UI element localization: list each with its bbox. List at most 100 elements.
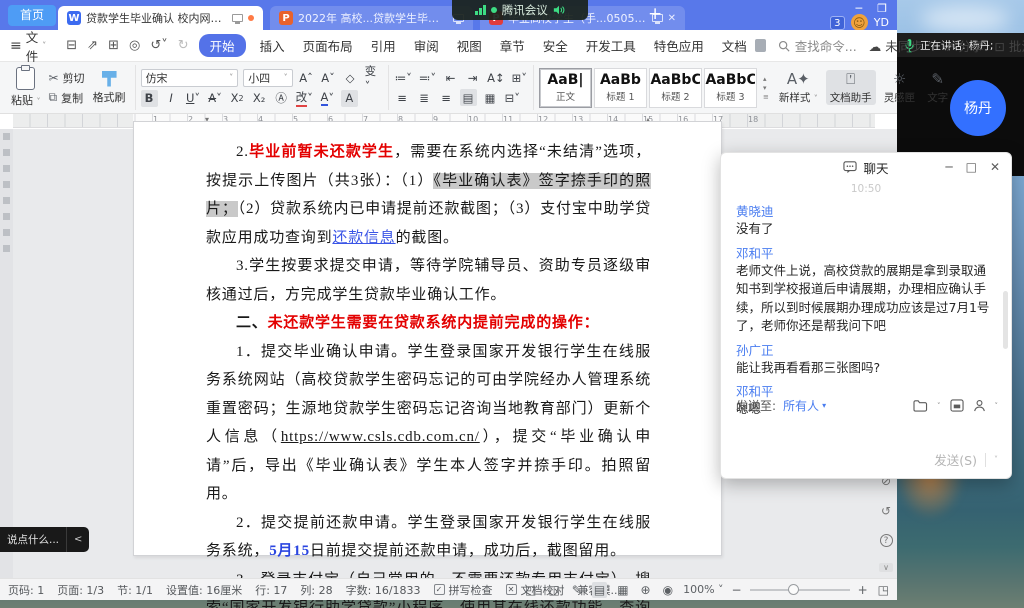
tencent-meeting-badge[interactable]: 腾讯会议 (452, 0, 588, 20)
menu-item-视图[interactable]: 视图 (453, 34, 486, 57)
font-size-select[interactable]: 小四˅ (243, 69, 292, 87)
text-tools-button[interactable]: ✎ 文字 (923, 70, 952, 105)
file-menu[interactable]: ≡ 文件 ˅ (0, 27, 54, 65)
gallery-more-icon[interactable]: ≡ (763, 93, 769, 101)
menu-item-文档[interactable]: 文档 (718, 34, 751, 57)
fullscreen-icon[interactable]: ◰ (523, 582, 538, 598)
document-page[interactable]: 2.毕业前暂未还款学生，需要在系统内选择“未结清”选项，按提示上传图片（共3张）… (133, 121, 722, 556)
highlight-color-button[interactable]: 改˅ (295, 90, 314, 107)
zoom-slider-thumb[interactable] (788, 584, 799, 595)
zoom-slider[interactable] (750, 589, 850, 591)
close-button[interactable]: ✕ (990, 160, 1000, 174)
menu-item-安全[interactable]: 安全 (539, 34, 572, 57)
style-preset[interactable]: AaB|正文 (539, 68, 592, 108)
chat-scrollbar[interactable] (1003, 291, 1008, 349)
scroll-up-icon[interactable]: ▴ (763, 75, 769, 83)
new-tab-button[interactable]: + (648, 4, 662, 24)
text-effects-button[interactable]: Ⓐ (273, 90, 290, 107)
send-to-select[interactable]: 所有人 (783, 397, 819, 414)
help-icon[interactable]: ? (880, 534, 893, 547)
font-color-button[interactable]: A˅ (319, 90, 336, 107)
spell-check-button[interactable]: ✓ 拼写检查 (434, 582, 493, 598)
print-icon[interactable]: ⊞ (108, 38, 119, 53)
page-view-icon[interactable]: ▤ (592, 582, 607, 598)
person-icon[interactable] (973, 399, 986, 412)
maximize-button[interactable]: □ (966, 160, 977, 174)
write-mode-icon[interactable]: ✎ (570, 582, 584, 598)
send-button[interactable]: 发送(S) ˅ (934, 450, 998, 469)
scroll-down-icon[interactable]: ▾ (763, 84, 769, 92)
copy-button[interactable]: ⧉复制 (49, 90, 85, 106)
shading-button[interactable]: ⊟˅ (504, 89, 521, 106)
scroll-down-arrow[interactable]: ∨ (879, 563, 893, 572)
shrink-font-button[interactable]: Aˇ (320, 69, 337, 86)
chevron-down-icon[interactable]: ˅ (937, 402, 941, 410)
chevron-down-icon[interactable]: ˅ (995, 402, 999, 410)
screenshot-icon[interactable] (950, 399, 964, 412)
decrease-indent-button[interactable]: ⇤ (442, 69, 459, 86)
find-command[interactable]: 查找命令... (778, 36, 857, 55)
font-family-select[interactable]: 仿宋˅ (141, 69, 239, 87)
distribute-button[interactable]: ▦ (482, 89, 499, 106)
clear-format-button[interactable]: ◇ (342, 69, 359, 86)
style-preset[interactable]: AaBbC标题 2 (649, 68, 702, 108)
share-button[interactable]: ⇗ 分享 (944, 36, 983, 55)
notification-badge[interactable]: 3 (830, 16, 845, 30)
zoom-level[interactable]: 100% ˅ (683, 583, 723, 596)
comment-button[interactable]: ⊡ 批注 ˅ (994, 36, 1024, 55)
cut-button[interactable]: ✂剪切 (49, 70, 85, 86)
menu-item-页面布局[interactable]: 页面布局 (299, 34, 357, 57)
sync-status-button[interactable]: ☁ 未同步 ˅ (869, 36, 933, 55)
grow-font-button[interactable]: Aˆ (298, 69, 315, 86)
folder-icon[interactable] (913, 399, 928, 412)
web-view-icon[interactable]: ⊕ (639, 582, 653, 598)
collapse-arrow[interactable]: < (67, 534, 89, 545)
borders-button[interactable]: ⊞˅ (511, 69, 528, 86)
meeting-caption-bubble[interactable]: 说点什么... < (0, 527, 89, 552)
bullet-list-button[interactable]: ≔˅ (394, 69, 413, 86)
document-tab[interactable]: W贷款学生毕业确认 校内网通知 (58, 6, 263, 30)
line-spacing-button[interactable]: A↕ (486, 69, 506, 86)
new-style-button[interactable]: A✦ 新样式 ˅ (775, 70, 822, 105)
menu-item-引用[interactable]: 引用 (367, 34, 400, 57)
close-tab-icon[interactable]: ✕ (668, 13, 676, 24)
export-icon[interactable]: ⇗ (87, 38, 98, 53)
user-avatar[interactable]: ☺ (851, 14, 868, 31)
bold-button[interactable]: B (141, 90, 158, 107)
fit-page-icon[interactable]: ◳ (876, 582, 891, 598)
superscript-button[interactable]: X2 (229, 90, 246, 107)
menu-item-章节[interactable]: 章节 (496, 34, 529, 57)
document-text[interactable]: 2.毕业前暂未还款学生，需要在系统内选择“未结清”选项，按提示上传图片（共3张）… (206, 138, 651, 608)
increase-indent-button[interactable]: ⇥ (464, 69, 481, 86)
read-mode-icon[interactable]: ◫ (546, 582, 561, 598)
numbered-list-button[interactable]: ≕˅ (418, 69, 437, 86)
doc-assistant-button[interactable]: ⍞ 文档助手 (826, 70, 876, 105)
menu-item-插入[interactable]: 插入 (256, 34, 289, 57)
redo-icon[interactable]: ↻ (178, 38, 189, 53)
style-gallery-scroll[interactable]: ▴ ▾ ≡ (761, 75, 771, 101)
justify-button[interactable]: ▤ (460, 89, 477, 106)
print-preview-icon[interactable]: ◎ (129, 38, 140, 53)
subscript-button[interactable]: X₂ (251, 90, 268, 107)
menu-item-审阅[interactable]: 审阅 (410, 34, 443, 57)
align-center-button[interactable]: ≣ (416, 89, 433, 106)
underline-button[interactable]: U˅ (185, 90, 202, 107)
character-shading-button[interactable]: A (341, 90, 358, 107)
chat-input[interactable] (736, 417, 996, 453)
menu-item-开发工具[interactable]: 开发工具 (582, 34, 640, 57)
strikethrough-button[interactable]: A˅ (207, 90, 224, 107)
align-left-button[interactable]: ≡ (394, 89, 411, 106)
undo-icon[interactable]: ↺˅ (150, 38, 167, 53)
history-icon[interactable]: ↺ (881, 504, 891, 518)
italic-button[interactable]: I (163, 90, 180, 107)
align-right-button[interactable]: ≡ (438, 89, 455, 106)
style-preset[interactable]: AaBbCcI标题 3 (704, 68, 757, 108)
paste-button[interactable]: 粘贴 ˅ (7, 67, 45, 108)
change-case-button[interactable]: 变˅ (364, 69, 383, 86)
inspiration-button[interactable]: ☼ 灵感匣 (880, 70, 920, 105)
chat-titlebar[interactable]: 聊天 ─ □ ✕ (721, 153, 1011, 181)
minimize-button[interactable]: ─ (945, 160, 952, 174)
style-preset[interactable]: AaBb标题 1 (594, 68, 647, 108)
menu-item-特色应用[interactable]: 特色应用 (650, 34, 708, 57)
format-painter-button[interactable]: 格式刷 (89, 71, 130, 105)
